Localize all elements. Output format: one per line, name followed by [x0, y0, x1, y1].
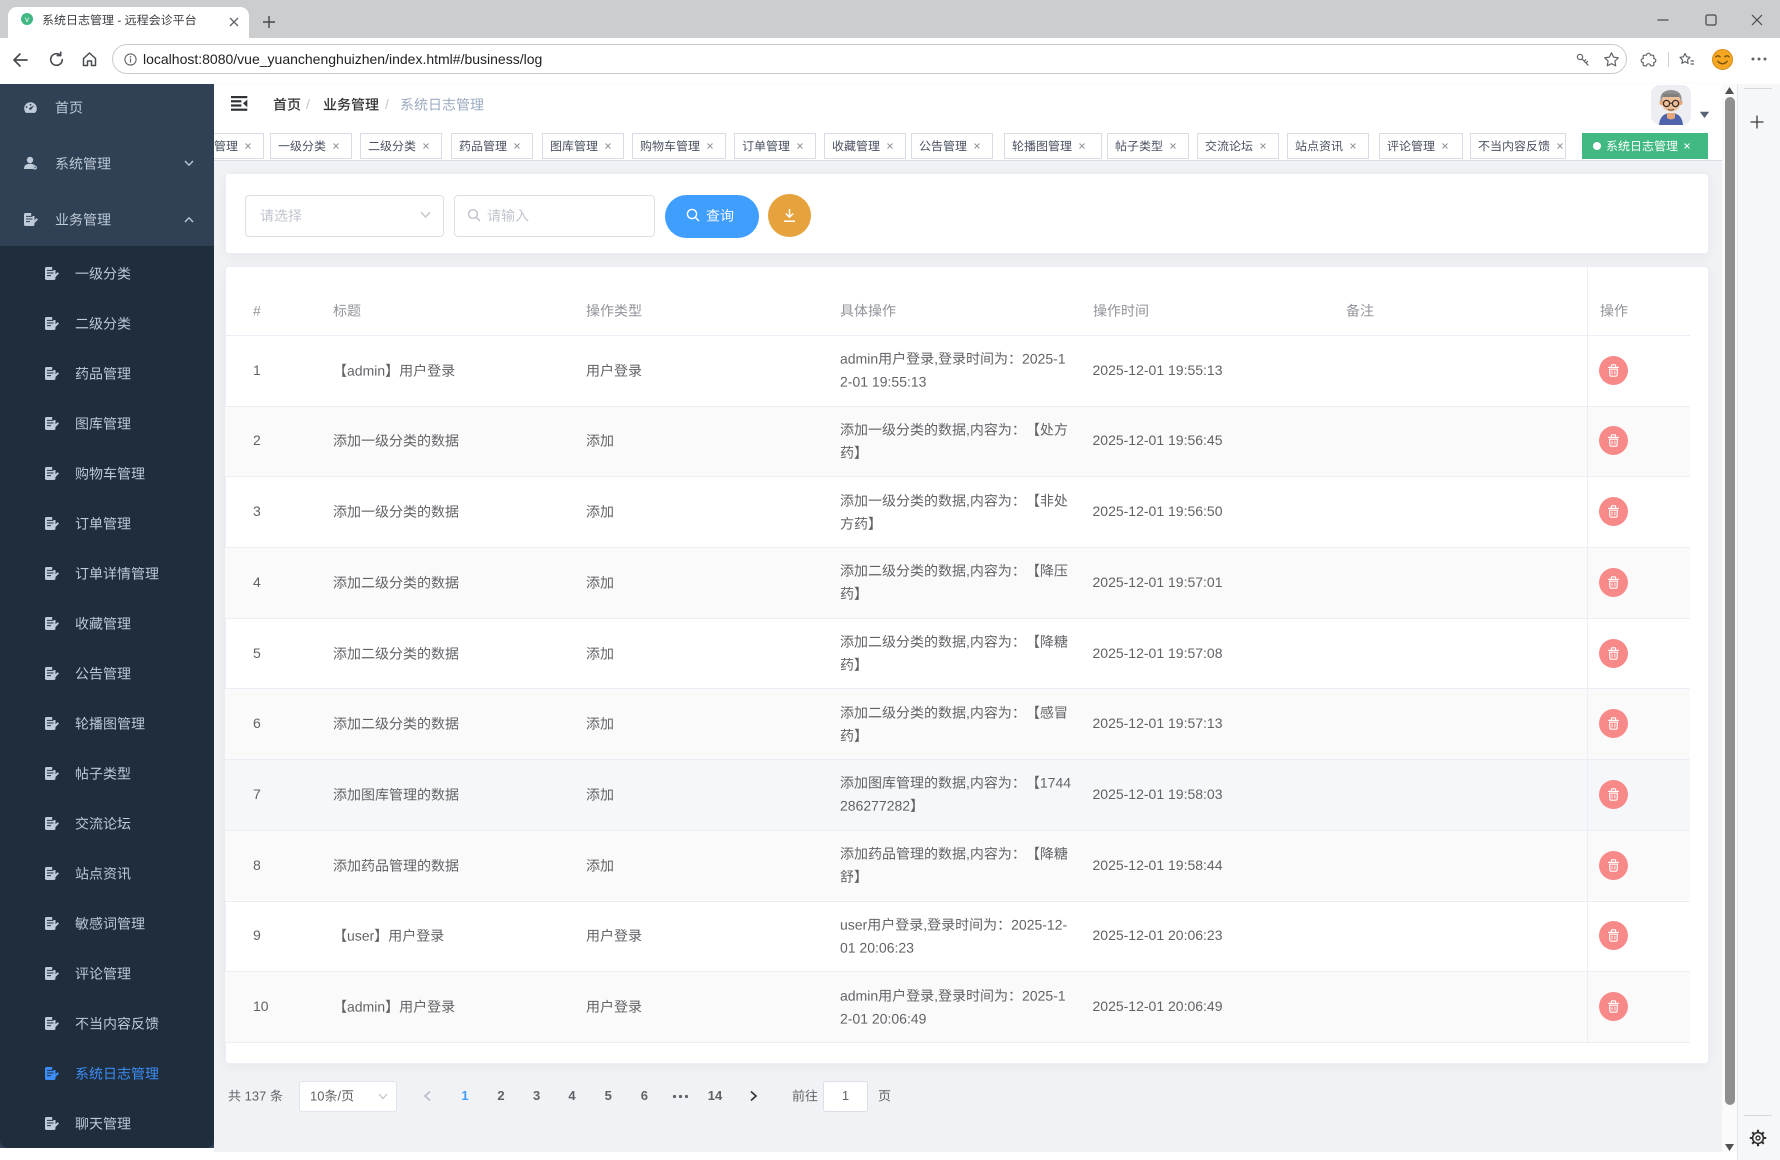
svg-text:v: v — [25, 15, 29, 24]
